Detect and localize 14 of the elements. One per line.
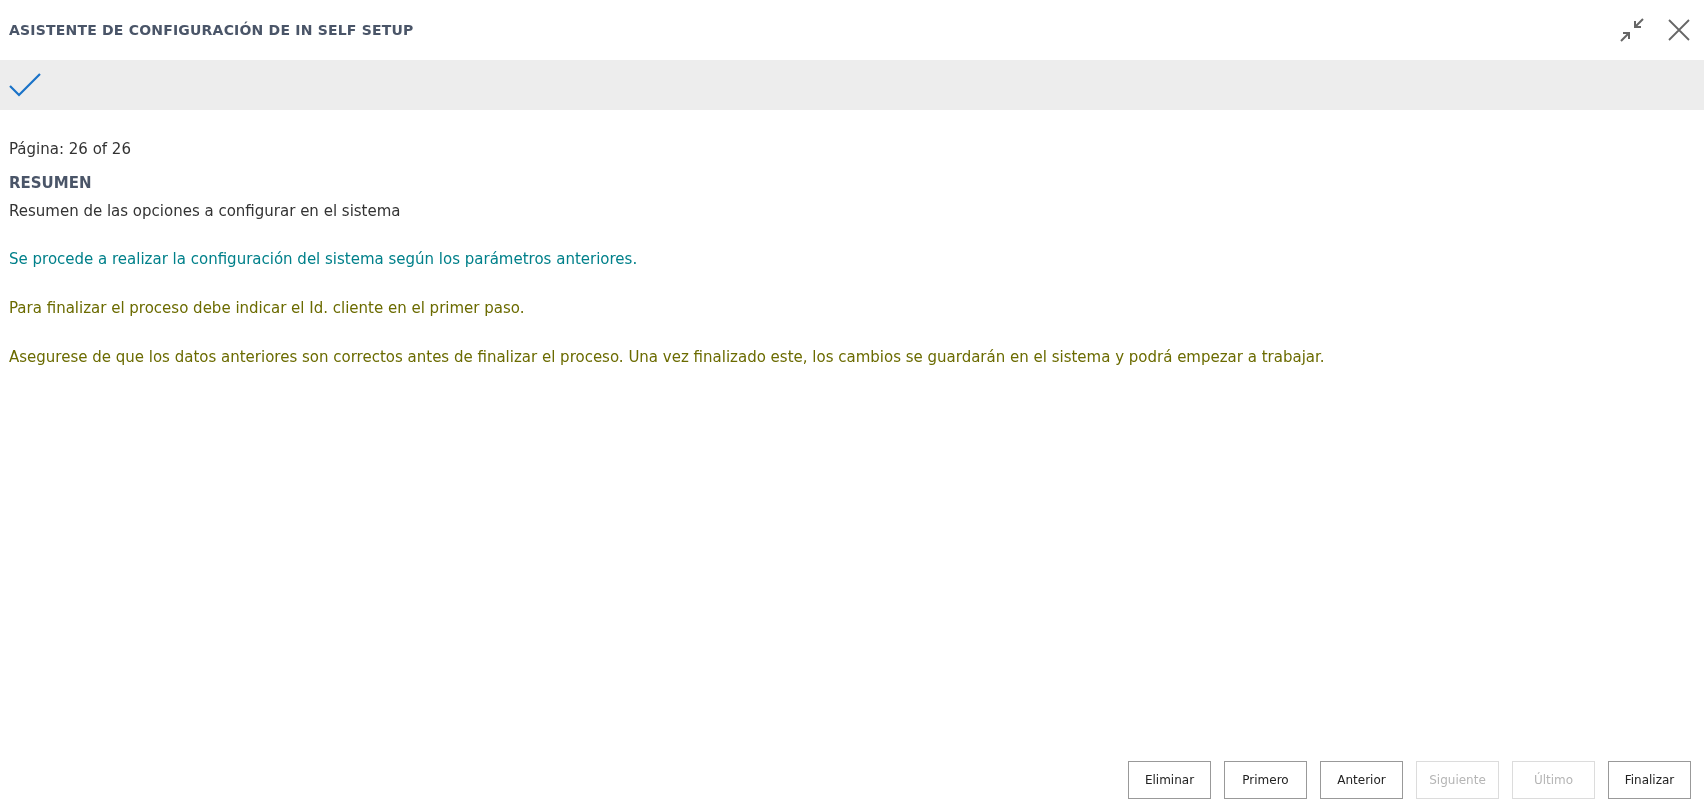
wizard-button[interactable]: Finalizar bbox=[1608, 761, 1691, 799]
collapse-icon[interactable] bbox=[1619, 17, 1645, 43]
wizard-button[interactable]: Primero bbox=[1224, 761, 1307, 799]
window-title: ASISTENTE DE CONFIGURACIÓN DE IN SELF SETUP bbox=[9, 22, 414, 38]
message-text: Se procede a realizar la configuración del sistema según los parámetros anteriores. bbox=[9, 250, 639, 268]
message-text: Asegurese de que los datos anteriores son correctos antes de finalizar el proceso. Una vez finalizado este, los cambios se guardarán en el sistema y podrá empezar a trabajar. bbox=[9, 348, 1326, 366]
section-description: Resumen de las opciones a configurar en el sistema bbox=[9, 202, 402, 220]
checkmark-icon[interactable] bbox=[9, 73, 41, 97]
section-heading: RESUMEN bbox=[9, 174, 93, 192]
message-text: Para finalizar el proceso debe indicar el Id. cliente en el primer paso. bbox=[9, 299, 526, 317]
wizard-button[interactable]: Eliminar bbox=[1128, 761, 1211, 799]
close-icon[interactable] bbox=[1667, 18, 1691, 42]
page-indicator: Página: 26 of 26 bbox=[9, 140, 132, 158]
wizard-button[interactable]: Anterior bbox=[1320, 761, 1403, 799]
